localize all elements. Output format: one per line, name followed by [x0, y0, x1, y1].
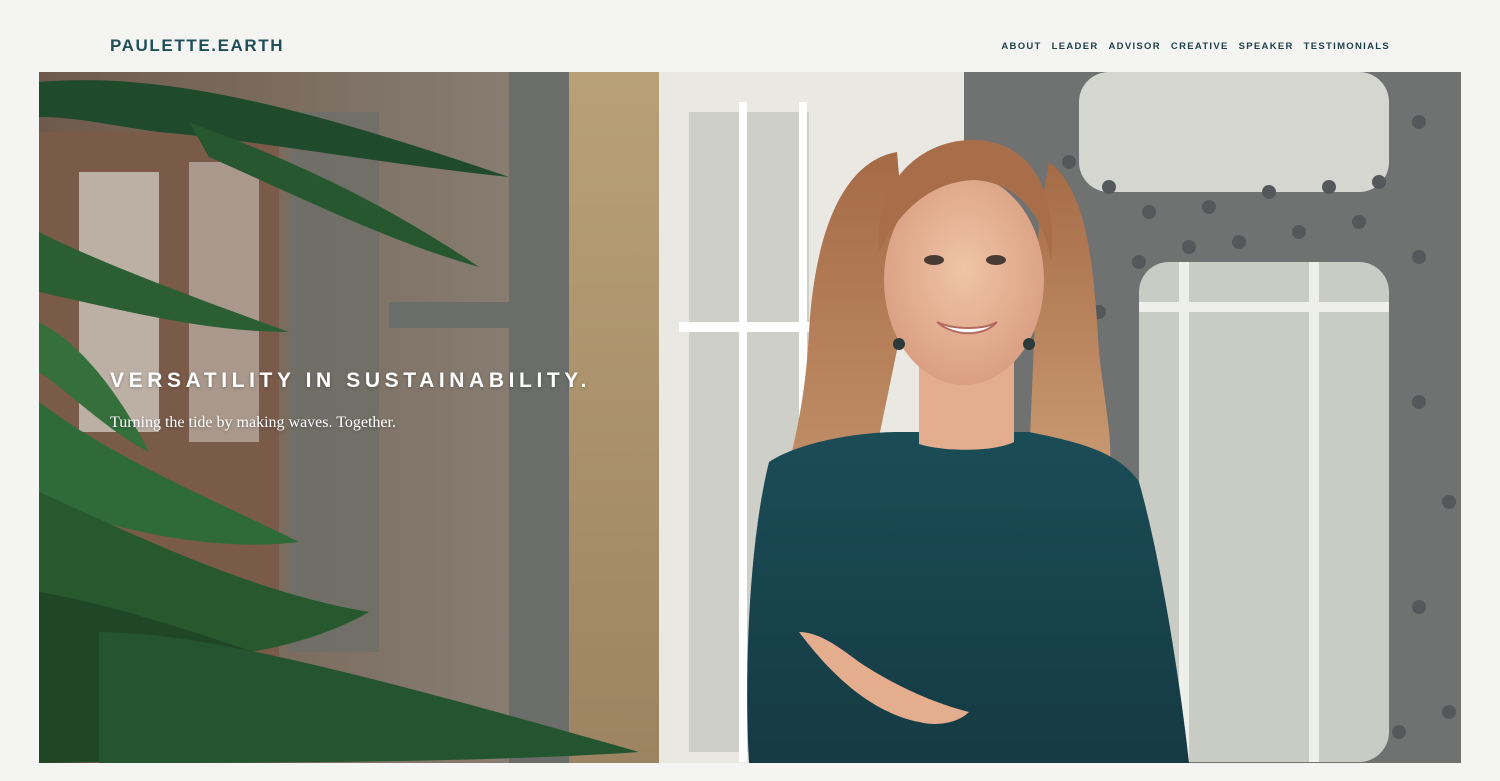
nav-advisor[interactable]: ADVISOR	[1109, 41, 1161, 52]
nav-creative[interactable]: CREATIVE	[1171, 41, 1229, 52]
site-header: PAULETTE.EARTH ABOUT LEADER ADVISOR CREA…	[0, 0, 1500, 72]
nav-testimonials[interactable]: TESTIMONIALS	[1304, 41, 1390, 52]
main-nav: ABOUT LEADER ADVISOR CREATIVE SPEAKER TE…	[1001, 41, 1390, 52]
hero-subtitle: Turning the tide by making waves. Togeth…	[110, 414, 396, 431]
nav-speaker[interactable]: SPEAKER	[1239, 41, 1294, 52]
hero-section: VERSATILITY IN SUSTAINABILITY. Turning t…	[39, 72, 1461, 763]
nav-leader[interactable]: LEADER	[1052, 41, 1099, 52]
site-logo[interactable]: PAULETTE.EARTH	[110, 36, 284, 56]
hero-title: VERSATILITY IN SUSTAINABILITY.	[110, 369, 592, 393]
nav-about[interactable]: ABOUT	[1001, 41, 1041, 52]
